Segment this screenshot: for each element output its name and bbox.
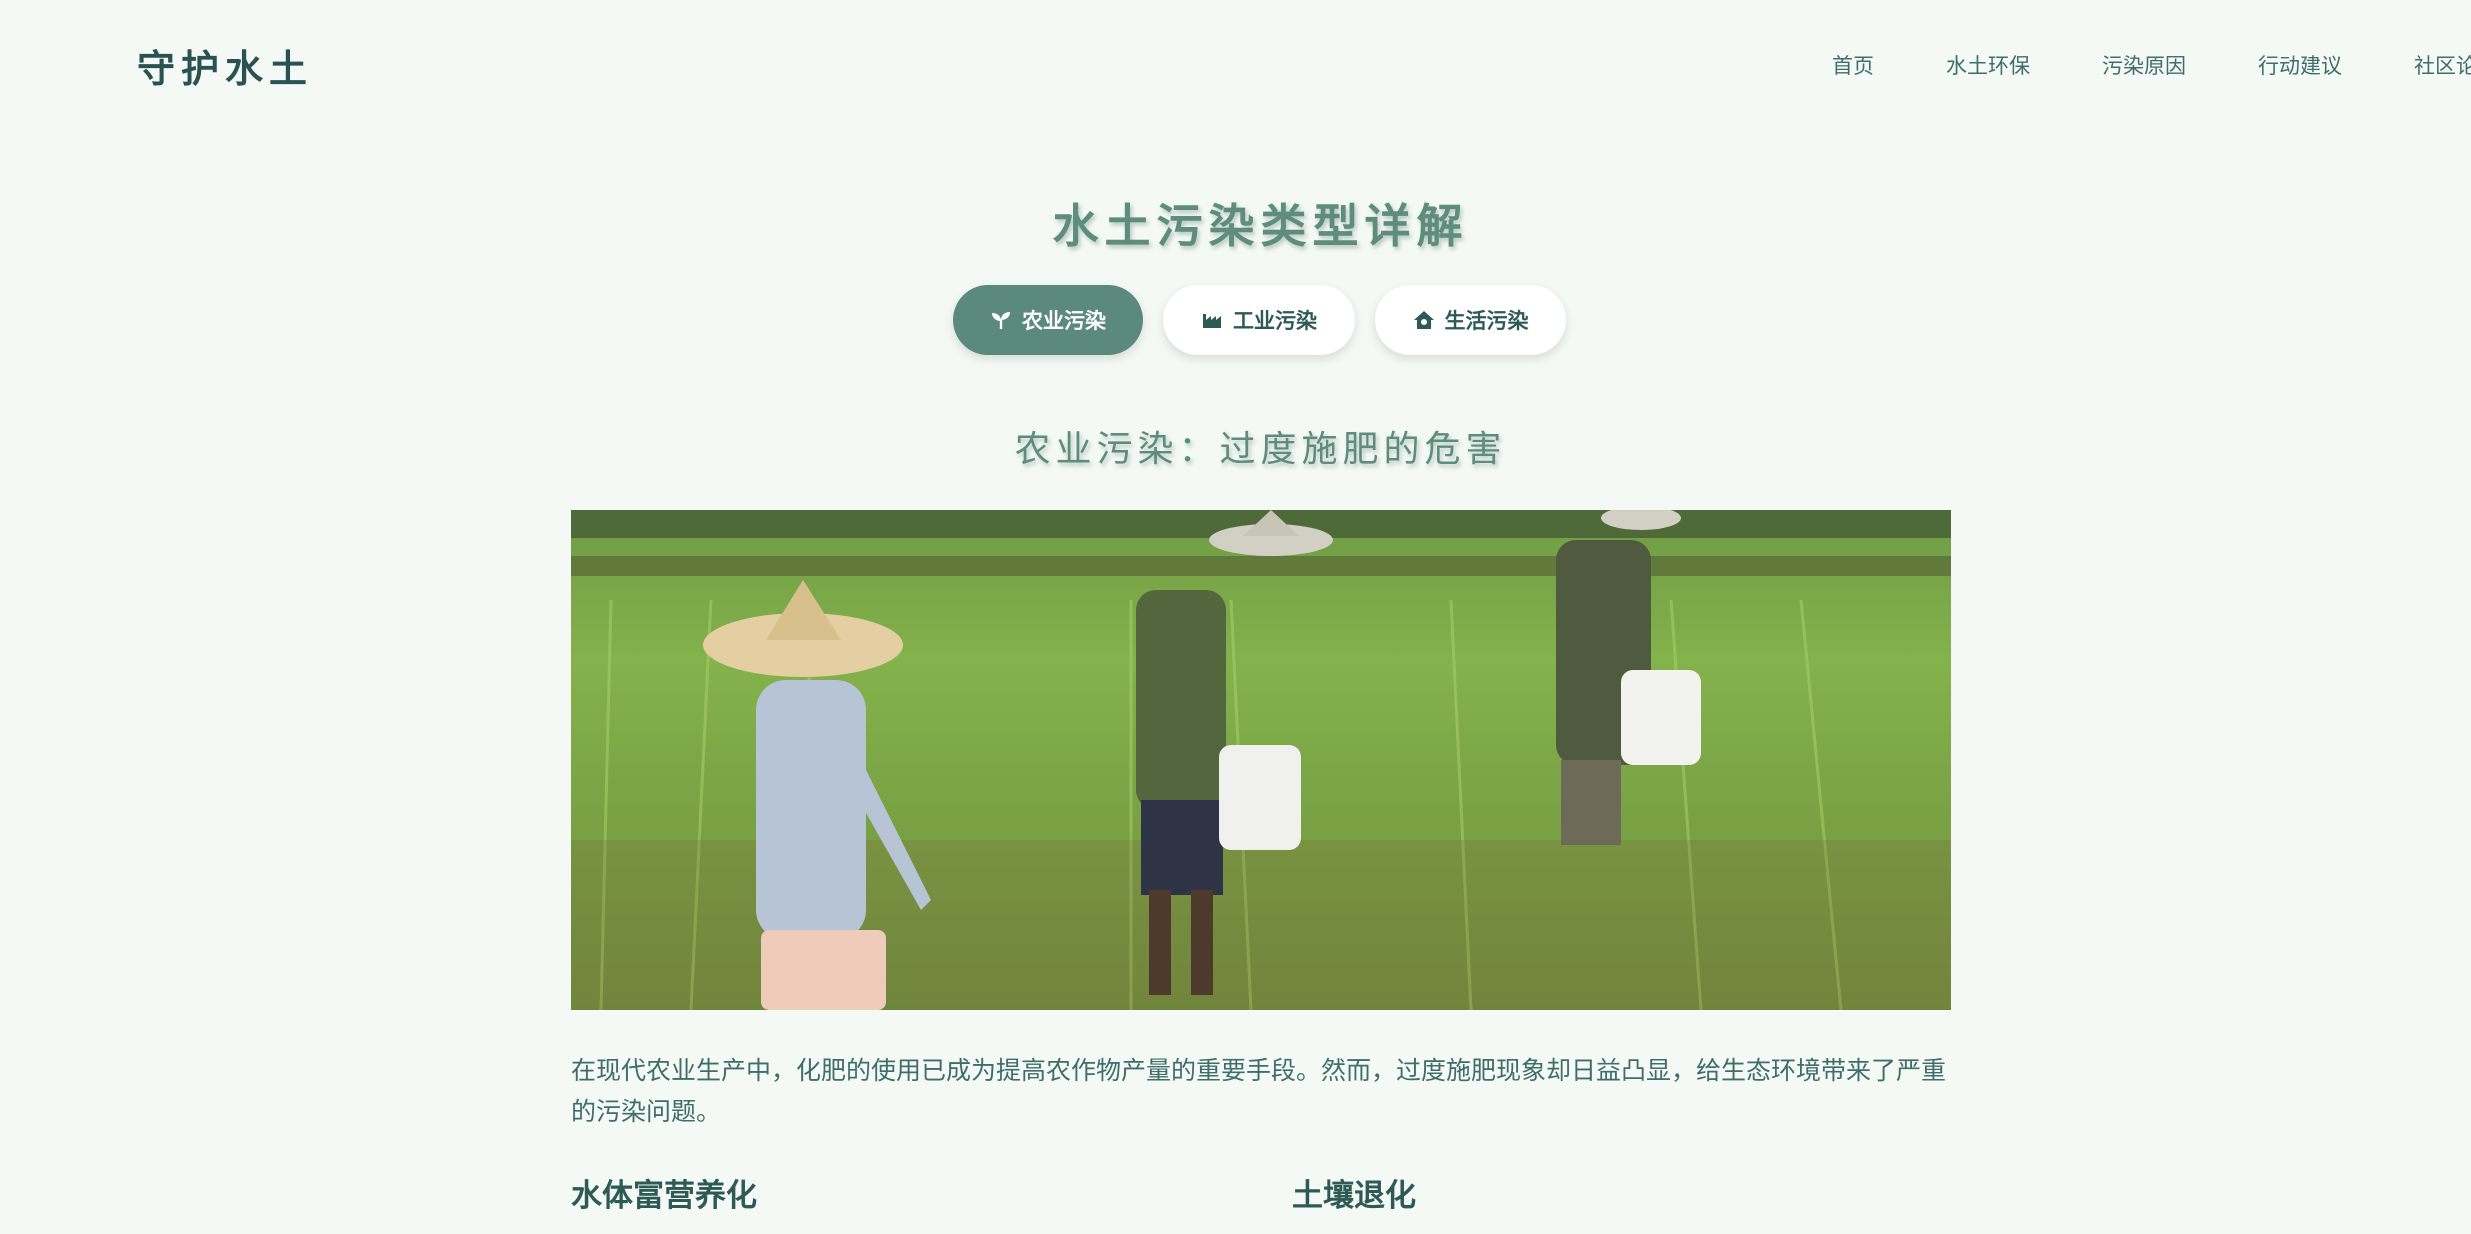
nav-item-soil-water[interactable]: 水土环保: [1946, 50, 2030, 80]
tab-agricultural[interactable]: 农业污染: [953, 285, 1143, 355]
house-icon: [1413, 309, 1435, 331]
pollution-type-tabs: 农业污染 工业污染 生活污染: [953, 285, 1566, 355]
section-title: 农业污染：过度施肥的危害: [1014, 429, 1507, 470]
tab-label: 农业污染: [1022, 308, 1106, 333]
tab-industrial[interactable]: 工业污染: [1163, 285, 1355, 355]
nav-item-home[interactable]: 首页: [1832, 50, 1874, 80]
subheading-soil-degradation: 土壤退化: [1292, 1178, 1416, 1214]
nav-item-action[interactable]: 行动建议: [2258, 50, 2342, 80]
seedling-icon: [990, 309, 1012, 331]
page-title: 水土污染类型详解: [1052, 199, 1469, 253]
tab-label: 工业污染: [1233, 308, 1317, 333]
nav-item-forum[interactable]: 社区论坛: [2414, 50, 2471, 80]
nav-links: 首页 水土环保 污染原因 行动建议 社区论坛: [1832, 50, 2471, 80]
nav-item-pollution-causes[interactable]: 污染原因: [2102, 50, 2186, 80]
intro-paragraph: 在现代农业生产中，化肥的使用已成为提高农作物产量的重要手段。然而，过度施肥现象却…: [571, 1056, 1947, 1126]
site-logo[interactable]: 守护水土: [137, 38, 313, 93]
industry-icon: [1201, 309, 1223, 331]
subheading-eutrophication: 水体富营养化: [571, 1178, 757, 1214]
top-navigation: 守护水土 首页 水土环保 污染原因 行动建议 社区论坛: [0, 0, 2471, 130]
tab-label: 生活污染: [1444, 308, 1529, 333]
farmers-fertilizing-photo: [571, 510, 1951, 1010]
tab-domestic[interactable]: 生活污染: [1375, 285, 1566, 355]
